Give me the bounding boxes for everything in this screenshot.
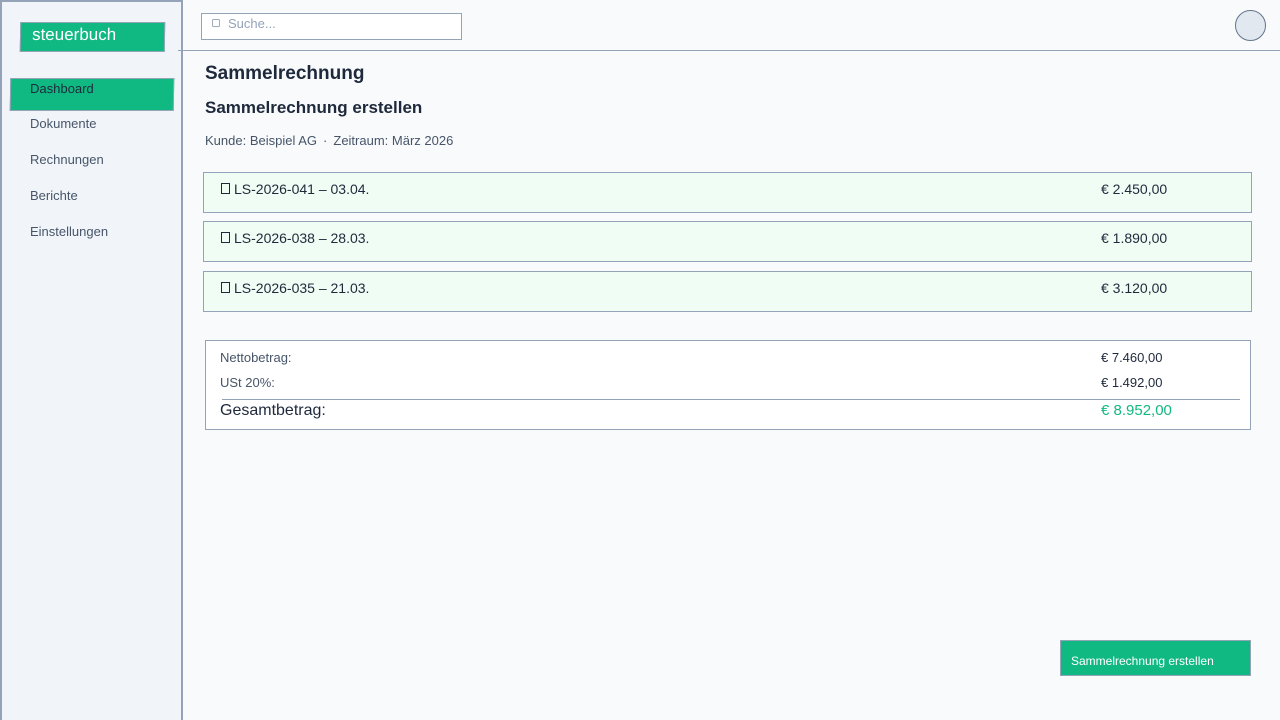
item-amount: € 2.450,00	[1101, 181, 1168, 197]
item-checkbox[interactable]	[221, 232, 230, 243]
meta-separator: ·	[323, 133, 328, 148]
vat-value: € 1.492,00	[1101, 375, 1163, 390]
list-item[interactable]: LS-2026-035 – 21.03. € 3.120,00	[203, 271, 1252, 312]
sidebar-item-dashboard[interactable]: Dashboard	[9, 78, 175, 111]
item-checkbox[interactable]	[221, 183, 230, 194]
sidebar-item-einstellungen[interactable]: Einstellungen	[30, 224, 108, 240]
totals-summary: Nettobetrag: € 7.460,00 USt 20%: € 1.492…	[205, 340, 1251, 430]
sidebar-item-label: Berichte	[30, 188, 78, 203]
list-item[interactable]: LS-2026-038 – 28.03. € 1.890,00	[203, 221, 1252, 262]
item-amount: € 1.890,00	[1101, 230, 1168, 246]
item-label: LS-2026-041 – 03.04.	[234, 181, 370, 197]
list-item[interactable]: LS-2026-041 – 03.04. € 2.450,00	[203, 172, 1252, 213]
search-box[interactable]	[201, 13, 462, 40]
totals-divider	[222, 399, 1240, 400]
period-label: Zeitraum: März 2026	[333, 133, 454, 148]
search-icon	[212, 19, 220, 27]
item-label: LS-2026-035 – 21.03.	[234, 280, 370, 296]
total-value: € 8.952,00	[1101, 402, 1172, 419]
header-divider	[178, 50, 1280, 51]
sidebar-item-label: Dashboard	[29, 81, 94, 96]
create-invoice-button[interactable]: Sammelrechnung erstellen	[1060, 640, 1251, 676]
page-title: Sammelrechnung	[205, 63, 365, 84]
customer-label: Kunde: Beispiel AG	[205, 133, 318, 148]
net-value: € 7.460,00	[1101, 350, 1163, 365]
app-logo[interactable]: steuerbuch	[19, 22, 166, 52]
user-avatar[interactable]	[1235, 10, 1266, 41]
sidebar-item-label: Rechnungen	[30, 152, 104, 167]
sidebar-item-label: Dokumente	[30, 116, 97, 131]
total-label: Gesamtbetrag:	[220, 402, 326, 419]
vat-label: USt 20%:	[220, 375, 275, 390]
sidebar: steuerbuch Dashboard Dokumente Rechnunge…	[0, 0, 183, 720]
search-input[interactable]	[228, 15, 448, 31]
section-title: Sammelrechnung erstellen	[205, 98, 423, 117]
invoice-meta: Kunde: Beispiel AG · Zeitraum: März 2026	[205, 133, 453, 149]
sidebar-item-berichte[interactable]: Berichte	[30, 188, 78, 204]
item-label: LS-2026-038 – 28.03.	[234, 230, 370, 246]
item-checkbox[interactable]	[221, 282, 230, 293]
item-amount: € 3.120,00	[1101, 280, 1168, 296]
net-label: Nettobetrag:	[220, 350, 292, 365]
sidebar-item-rechnungen[interactable]: Rechnungen	[30, 152, 104, 168]
sidebar-item-label: Einstellungen	[30, 224, 109, 239]
sidebar-item-dokumente[interactable]: Dokumente	[30, 116, 96, 132]
